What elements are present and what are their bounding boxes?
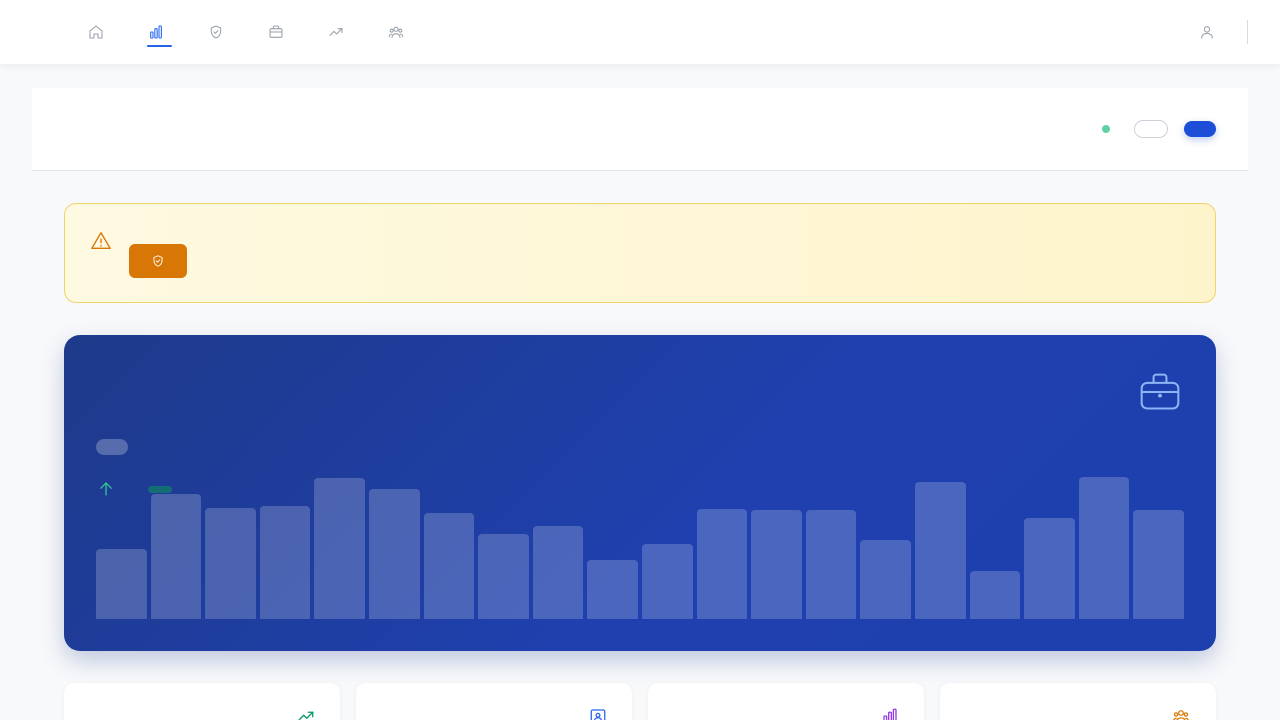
chart-bar [696,509,748,619]
warning-banner [64,203,1216,303]
chart-bar [1078,476,1130,619]
hero-label-placeholder [96,439,128,455]
hero-icon-wrap [1138,370,1182,414]
bar-chart-icon [150,25,162,39]
trend-badge [148,486,172,493]
stat-icon-growth [297,707,317,720]
user-icon [1201,26,1213,39]
trend-indicator [97,480,115,498]
warning-icon-wrap [90,230,112,252]
page-header [32,88,1248,171]
chart-bar [150,493,202,619]
briefcase-icon [269,25,283,38]
chart-bar [805,510,857,619]
secondary-button[interactable] [1134,120,1168,138]
nav-security[interactable] [204,22,228,42]
trending-up-icon [298,711,314,720]
shield-check-icon [210,25,222,39]
warning-triangle-icon [91,232,111,250]
chart-bar [314,478,365,619]
chart-bar [642,544,693,619]
chart-bar [751,510,802,619]
chart-bar [96,548,147,619]
home-icon [89,25,103,39]
id-card-icon [590,709,606,720]
shield-check-icon [153,255,163,267]
nav-trends[interactable] [324,22,348,42]
chart-bar [369,489,420,619]
chart-bar [532,525,584,619]
bar-chart-icon [883,708,897,720]
nav-team[interactable] [384,22,408,42]
chart-bar [1133,510,1184,619]
user-menu-button[interactable] [1197,22,1217,42]
nav-portfolio[interactable] [264,22,288,42]
users-icon [388,26,404,38]
active-tab-indicator [147,45,172,47]
chart-bar [860,540,911,619]
primary-button[interactable] [1184,121,1216,137]
chart-bar [259,506,311,619]
chart-bar [205,507,256,619]
nav-home[interactable] [84,22,108,42]
chart-bar [423,513,475,620]
chart-bar [915,482,966,619]
nav-analytics[interactable] [144,22,168,42]
status-indicator [1102,125,1110,133]
top-navbar [0,0,1280,64]
chart-bar [969,571,1021,619]
briefcase-icon [1140,373,1180,410]
alert-action-button[interactable] [129,244,187,278]
users-icon [1173,710,1189,720]
stat-icon-clients [1172,707,1192,720]
nav-divider [1247,20,1248,44]
chart-bar [478,534,529,619]
chart-bar [1024,517,1075,619]
stat-icon-performance [881,707,901,720]
arrow-up-icon [100,482,112,496]
stat-icon-accounts [589,707,609,720]
trending-up-icon [329,28,343,36]
chart-bar [587,559,638,619]
